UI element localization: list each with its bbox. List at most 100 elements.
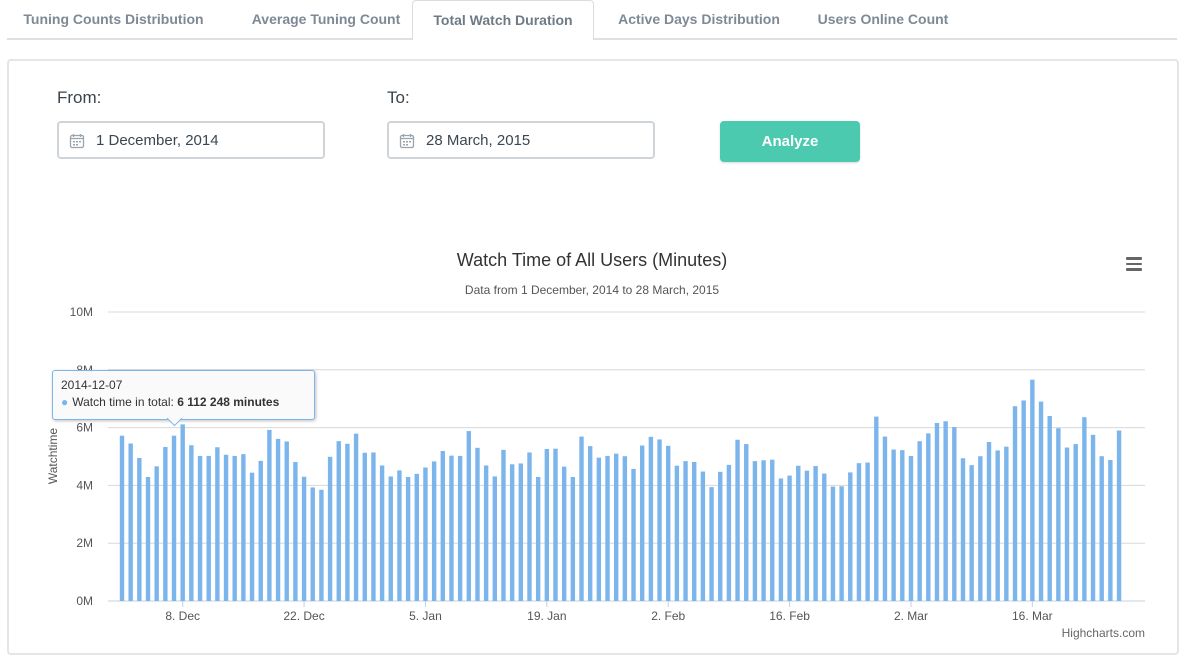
bar[interactable] xyxy=(1099,456,1104,601)
bar[interactable] xyxy=(457,455,463,601)
bar[interactable] xyxy=(570,477,576,601)
bar[interactable] xyxy=(1064,447,1070,601)
highcharts-credits[interactable]: Highcharts.com xyxy=(1062,626,1145,640)
bar[interactable] xyxy=(1012,406,1018,601)
bar[interactable] xyxy=(327,456,333,601)
bar[interactable] xyxy=(561,466,567,601)
chart-menu-icon[interactable] xyxy=(1126,257,1142,271)
bar[interactable] xyxy=(978,456,983,601)
bar[interactable] xyxy=(397,470,402,601)
bar[interactable] xyxy=(1116,430,1122,601)
bar[interactable] xyxy=(804,470,810,601)
bar[interactable] xyxy=(666,445,671,601)
bar[interactable] xyxy=(813,466,818,601)
bar[interactable] xyxy=(900,450,905,601)
bar[interactable] xyxy=(518,463,524,601)
bar[interactable] xyxy=(986,442,992,601)
bar[interactable] xyxy=(917,441,922,601)
bar[interactable] xyxy=(501,449,506,601)
bar[interactable] xyxy=(995,450,1000,601)
bar[interactable] xyxy=(640,445,645,601)
bar[interactable] xyxy=(145,477,151,601)
bar[interactable] xyxy=(319,489,324,601)
bar[interactable] xyxy=(908,455,914,601)
bar[interactable] xyxy=(163,446,168,601)
bar[interactable] xyxy=(275,438,281,601)
bar[interactable] xyxy=(1108,459,1113,601)
bar[interactable] xyxy=(579,436,584,601)
bar[interactable] xyxy=(622,456,628,601)
bar[interactable] xyxy=(1073,444,1078,601)
bar[interactable] xyxy=(752,461,758,601)
bar[interactable] xyxy=(414,473,419,601)
bar[interactable] xyxy=(613,453,619,601)
bar[interactable] xyxy=(336,441,341,601)
bar[interactable] xyxy=(648,436,654,601)
bar[interactable] xyxy=(535,477,541,601)
bar[interactable] xyxy=(934,422,940,601)
bar[interactable] xyxy=(267,429,272,601)
bar[interactable] xyxy=(674,465,680,601)
bar[interactable] xyxy=(631,468,636,601)
bar[interactable] xyxy=(1056,428,1061,601)
bar[interactable] xyxy=(509,464,515,601)
bar[interactable] xyxy=(761,460,766,601)
bar[interactable] xyxy=(119,435,125,601)
bar[interactable] xyxy=(882,436,888,601)
bar[interactable] xyxy=(839,486,844,601)
bar[interactable] xyxy=(787,475,792,601)
bar[interactable] xyxy=(926,433,931,601)
bar[interactable] xyxy=(726,464,732,601)
bar[interactable] xyxy=(865,462,870,601)
bar[interactable] xyxy=(362,452,367,601)
bar[interactable] xyxy=(405,477,411,601)
bar[interactable] xyxy=(943,421,948,601)
bar[interactable] xyxy=(796,465,801,601)
bar[interactable] xyxy=(154,466,159,601)
bar[interactable] xyxy=(475,447,480,601)
bar[interactable] xyxy=(1082,417,1087,601)
bar[interactable] xyxy=(301,476,307,601)
bar[interactable] xyxy=(848,472,853,601)
bar[interactable] xyxy=(1030,379,1035,601)
bar[interactable] xyxy=(830,486,836,601)
bar[interactable] xyxy=(952,427,957,601)
bar[interactable] xyxy=(440,451,445,601)
bar[interactable] xyxy=(284,441,289,601)
bar[interactable] xyxy=(215,447,220,601)
bar[interactable] xyxy=(596,457,602,601)
bar[interactable] xyxy=(700,471,706,601)
bar[interactable] xyxy=(874,416,879,601)
bar[interactable] xyxy=(1090,434,1096,601)
bar[interactable] xyxy=(778,478,784,601)
bar[interactable] xyxy=(241,454,246,601)
bar[interactable] xyxy=(1004,446,1009,601)
bar[interactable] xyxy=(449,455,454,601)
bar[interactable] xyxy=(492,476,498,601)
bar[interactable] xyxy=(206,455,211,601)
bar[interactable] xyxy=(735,439,740,601)
bar[interactable] xyxy=(223,454,229,601)
bar[interactable] xyxy=(310,487,315,601)
bar[interactable] xyxy=(891,449,896,601)
bar[interactable] xyxy=(137,457,142,601)
bar[interactable] xyxy=(431,461,437,601)
bar[interactable] xyxy=(423,467,428,601)
bar[interactable] xyxy=(1047,416,1052,601)
bar[interactable] xyxy=(587,446,593,601)
bar[interactable] xyxy=(379,465,385,601)
bar[interactable] xyxy=(249,472,255,601)
bar[interactable] xyxy=(770,459,775,601)
bar[interactable] xyxy=(709,487,714,601)
bar[interactable] xyxy=(293,461,298,601)
bar[interactable] xyxy=(856,463,862,601)
bar[interactable] xyxy=(692,461,697,601)
bar[interactable] xyxy=(353,433,359,601)
bar[interactable] xyxy=(822,473,827,601)
bar[interactable] xyxy=(197,455,203,601)
bar[interactable] xyxy=(605,455,610,601)
bar[interactable] xyxy=(744,444,749,601)
bar[interactable] xyxy=(683,461,688,601)
bar[interactable] xyxy=(527,452,532,601)
bar[interactable] xyxy=(466,431,471,601)
